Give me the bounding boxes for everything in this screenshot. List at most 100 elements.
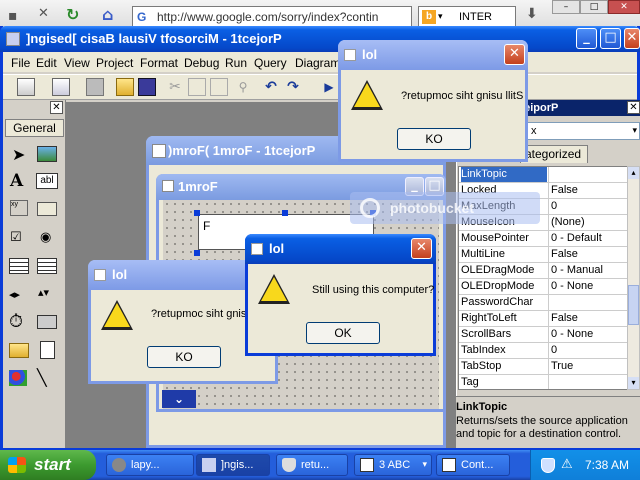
property-value[interactable]: False bbox=[548, 247, 627, 262]
browser-close-button[interactable]: ✕ bbox=[608, 0, 640, 14]
tab-close-icon[interactable]: ✕ bbox=[38, 6, 49, 22]
property-value[interactable]: False bbox=[548, 183, 627, 198]
paste-icon[interactable] bbox=[210, 78, 228, 96]
back-icon[interactable]: ▪ bbox=[8, 8, 24, 24]
toolbox-general-tab[interactable]: General bbox=[5, 119, 64, 137]
home-icon[interactable]: ⌂ bbox=[102, 6, 113, 24]
menu-file[interactable]: File bbox=[11, 56, 30, 70]
shape-tool-icon[interactable] bbox=[9, 370, 27, 386]
property-row[interactable]: Tag bbox=[459, 375, 627, 389]
ide-maximize-button[interactable]: □ bbox=[600, 28, 621, 49]
copy-icon[interactable] bbox=[188, 78, 206, 96]
start-button[interactable]: start bbox=[0, 450, 96, 480]
dialog-active-ok-button[interactable]: OK bbox=[306, 322, 380, 344]
property-row[interactable]: TabStop True bbox=[459, 359, 627, 375]
property-value[interactable]: 0 - None bbox=[548, 279, 627, 294]
property-row[interactable]: OLEDropMode 0 - None bbox=[459, 279, 627, 295]
optionbutton-tool-icon[interactable]: ◉ bbox=[40, 230, 51, 246]
timer-tool-icon[interactable]: ⏱ bbox=[9, 312, 23, 332]
reload-icon[interactable]: ↻ bbox=[66, 6, 79, 24]
save-icon[interactable] bbox=[138, 78, 156, 96]
property-value[interactable]: 0 - Manual bbox=[548, 263, 627, 278]
pointer-tool-icon[interactable]: ➤ bbox=[12, 146, 25, 164]
menu-format[interactable]: Format bbox=[140, 56, 178, 70]
filelistbox-tool-icon[interactable] bbox=[40, 341, 55, 359]
property-value[interactable] bbox=[548, 167, 627, 182]
property-value[interactable]: False bbox=[548, 311, 627, 326]
taskbar-item-4[interactable]: Cont... bbox=[436, 454, 510, 476]
property-row[interactable]: RightToLeft False bbox=[459, 311, 627, 327]
dialog-top-ok-button[interactable]: KO bbox=[397, 128, 471, 150]
search-box[interactable]: b ▾ INTER bbox=[418, 6, 516, 28]
menu-project[interactable]: Project bbox=[96, 56, 133, 70]
dialog-left-ok-button[interactable]: KO bbox=[147, 346, 221, 368]
ide-minimize-button[interactable]: _ bbox=[576, 28, 597, 49]
property-value[interactable] bbox=[548, 375, 627, 389]
listbox-tool-icon[interactable] bbox=[37, 258, 57, 274]
menu-run[interactable]: Run bbox=[225, 56, 247, 70]
selection-handle[interactable] bbox=[282, 210, 288, 216]
property-row[interactable]: PasswordChar bbox=[459, 295, 627, 311]
address-bar[interactable]: G http://www.google.com/sorry/index?cont… bbox=[132, 6, 412, 28]
ide-close-button[interactable]: ✕ bbox=[624, 28, 640, 49]
line-tool-icon[interactable]: ╲ bbox=[37, 370, 47, 386]
form-scroll-down-button[interactable]: ⌄ bbox=[162, 390, 196, 408]
property-value[interactable]: 0 - None bbox=[548, 327, 627, 342]
menu-debug[interactable]: Debug bbox=[184, 56, 219, 70]
property-row[interactable]: ScrollBars 0 - None bbox=[459, 327, 627, 343]
dirlistbox-tool-icon[interactable] bbox=[9, 343, 29, 358]
property-row[interactable]: OLEDragMode 0 - Manual bbox=[459, 263, 627, 279]
vscroll-tool-icon[interactable]: ▴▾ bbox=[38, 286, 49, 300]
property-value[interactable] bbox=[548, 295, 627, 310]
property-value[interactable]: (None) bbox=[548, 215, 627, 230]
redo-icon[interactable]: ↷ bbox=[284, 78, 302, 96]
security-shield-icon[interactable] bbox=[541, 458, 555, 473]
selection-handle[interactable] bbox=[194, 250, 200, 256]
property-row[interactable]: LinkTopic bbox=[459, 167, 627, 183]
property-value[interactable]: 0 - Default bbox=[548, 231, 627, 246]
properties-close-icon[interactable]: ✕ bbox=[627, 101, 640, 114]
checkbox-tool-icon[interactable]: ☑ bbox=[10, 230, 22, 246]
scroll-thumb[interactable] bbox=[628, 285, 639, 325]
dialog-active-close-button[interactable]: ✕ bbox=[411, 238, 432, 259]
taskbar-item-1[interactable]: ]ngis... bbox=[196, 454, 270, 476]
undo-icon[interactable]: ↶ bbox=[262, 78, 280, 96]
menu-edit[interactable]: Edit bbox=[36, 56, 57, 70]
browser-minimize-button[interactable]: – bbox=[552, 0, 580, 14]
toolbox-close-icon[interactable]: ✕ bbox=[50, 101, 63, 114]
label-tool-icon[interactable]: A bbox=[10, 172, 23, 190]
download-icon[interactable]: ⬇ bbox=[526, 6, 538, 22]
cut-icon[interactable]: ✂ bbox=[166, 78, 184, 96]
selection-handle[interactable] bbox=[194, 210, 200, 216]
network-icon[interactable]: ⚠ bbox=[561, 457, 573, 472]
browser-maximize-button[interactable]: □ bbox=[580, 0, 608, 14]
property-value[interactable]: 0 bbox=[548, 343, 627, 358]
property-row[interactable]: TabIndex 0 bbox=[459, 343, 627, 359]
taskbar-item-2[interactable]: retu... bbox=[276, 454, 348, 476]
taskbar-item-3[interactable]: 3 ABC ▾ bbox=[354, 454, 432, 476]
property-value[interactable]: True bbox=[548, 359, 627, 374]
scroll-down-icon[interactable]: ▾ bbox=[628, 377, 639, 389]
picturebox-tool-icon[interactable] bbox=[37, 146, 57, 162]
property-row[interactable]: MousePointer 0 - Default bbox=[459, 231, 627, 247]
menu-diagram[interactable]: Diagram bbox=[295, 56, 340, 70]
add-form-icon[interactable] bbox=[52, 78, 70, 96]
scroll-up-icon[interactable]: ▴ bbox=[628, 167, 639, 179]
commandbutton-tool-icon[interactable] bbox=[37, 202, 57, 216]
drivelistbox-tool-icon[interactable] bbox=[37, 315, 57, 329]
menu-editor-icon[interactable] bbox=[86, 78, 104, 96]
hscroll-tool-icon[interactable]: ◂▸ bbox=[9, 288, 20, 302]
property-row[interactable]: MultiLine False bbox=[459, 247, 627, 263]
property-value[interactable]: 0 bbox=[548, 199, 627, 214]
start-icon[interactable]: ▶ bbox=[320, 78, 338, 96]
taskbar-item-0[interactable]: lapy... bbox=[106, 454, 194, 476]
tab-categorized[interactable]: ategorized bbox=[520, 145, 588, 163]
find-icon[interactable]: ⚲ bbox=[234, 78, 252, 96]
add-project-icon[interactable] bbox=[17, 78, 35, 96]
open-icon[interactable] bbox=[116, 78, 134, 96]
property-grid-scrollbar[interactable]: ▴ ▾ bbox=[627, 166, 640, 390]
dialog-top-close-button[interactable]: ✕ bbox=[504, 44, 525, 65]
menu-view[interactable]: View bbox=[64, 56, 90, 70]
textbox-tool-icon[interactable]: abl bbox=[36, 173, 58, 189]
menu-query[interactable]: Query bbox=[254, 56, 287, 70]
